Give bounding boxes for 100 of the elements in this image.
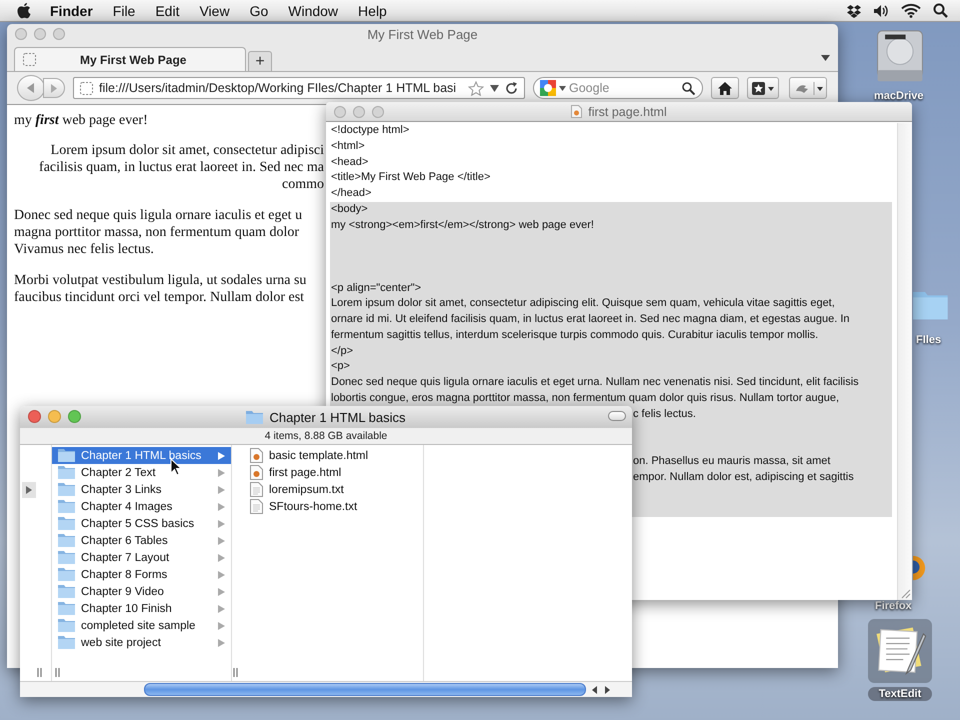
icon-label: FIles <box>916 334 942 346</box>
search-engine-icon[interactable] <box>540 80 556 96</box>
folder-icon <box>58 483 75 496</box>
arrow-right-icon[interactable] <box>602 684 612 694</box>
wifi-icon[interactable] <box>901 3 921 18</box>
folder-row[interactable]: Chapter 6 Tables <box>52 532 231 549</box>
home-button[interactable] <box>711 77 739 99</box>
folder-row[interactable]: Chapter 1 HTML basics <box>52 447 231 464</box>
back-button[interactable] <box>17 75 45 101</box>
code-line: <html> <box>330 138 366 154</box>
disclosure-triangle-icon[interactable] <box>218 604 225 612</box>
folder-row[interactable]: Chapter 7 Layout <box>52 549 231 566</box>
resize-grip-icon[interactable] <box>899 587 911 599</box>
menu-item[interactable]: File <box>102 2 146 18</box>
bookmarks-button[interactable] <box>747 77 779 99</box>
folder-row[interactable]: Chapter 9 Video <box>52 583 231 600</box>
folder-icon <box>58 500 75 513</box>
folder-row[interactable]: Chapter 10 Finish <box>52 600 231 617</box>
folder-row[interactable]: completed site sample <box>52 617 231 634</box>
menu-item[interactable]: Edit <box>145 2 190 18</box>
disclosure-triangle-icon[interactable] <box>218 622 225 630</box>
code-line: <head> <box>330 154 370 170</box>
page-paragraph: Morbi volutpat vestibulum ligula, ut sodales urna su faucibus tincidunt orci vel tempor. Nullam dolor est <box>14 272 308 306</box>
folder-icon <box>58 602 75 615</box>
folder-icon <box>58 585 75 598</box>
menu-item[interactable]: View <box>189 2 240 18</box>
disclosure-triangle-icon[interactable] <box>218 588 225 596</box>
folder-row[interactable]: web site project <box>52 634 231 651</box>
addon-button[interactable] <box>789 77 827 99</box>
folder-icon <box>58 619 75 632</box>
apple-logo-icon[interactable] <box>16 2 32 20</box>
zoom-button[interactable] <box>53 28 65 40</box>
page-heading: my first web page ever! <box>14 113 148 129</box>
triangle-left-icon <box>26 83 36 93</box>
close-button[interactable] <box>15 28 27 40</box>
code-line: <title>My First Web Page </title> <box>330 170 492 186</box>
page-paragraph: Donec sed neque quis ligula ornare iaculis et eget u magna porttitor massa, non fermentum quam dolor Vivamus nec felis lectus. <box>14 207 304 258</box>
disclosure-triangle-icon[interactable] <box>218 468 225 476</box>
minimize-button[interactable] <box>353 106 365 118</box>
status-bar: 4 items, 8.88 GB available <box>20 428 632 445</box>
search-icon[interactable] <box>682 82 695 94</box>
zoom-button[interactable] <box>68 410 81 423</box>
folder-icon <box>58 449 75 462</box>
star-icon[interactable] <box>468 80 484 96</box>
code-line: <!doctype html> <box>330 123 410 138</box>
code-line: </head> <box>330 186 372 201</box>
disclosure-triangle-icon[interactable] <box>218 638 225 646</box>
minimize-button[interactable] <box>34 28 46 40</box>
scrollbar-thumb[interactable] <box>144 683 586 696</box>
menu-item[interactable]: Help <box>348 2 397 18</box>
minimize-button[interactable] <box>48 410 61 423</box>
disclosure-triangle-icon[interactable] <box>218 486 225 494</box>
disclosure-triangle-icon[interactable] <box>218 452 225 460</box>
toolbar-toggle-button[interactable] <box>608 411 626 421</box>
folder-icon <box>58 636 75 649</box>
resize-handle-icon[interactable] <box>233 668 239 677</box>
address-field[interactable]: file:///Users/itadmin/Desktop/Working FIles/Chapter 1 HTML basi <box>73 77 525 99</box>
search-bar[interactable]: Google <box>533 77 703 99</box>
arrow-left-icon[interactable] <box>590 684 600 694</box>
folder-row[interactable]: Chapter 5 CSS basics <box>52 515 231 532</box>
reload-icon[interactable] <box>505 82 518 94</box>
disclosure-triangle-icon[interactable] <box>218 554 225 562</box>
horizontal-scrollbar[interactable] <box>20 681 632 697</box>
triangle-right-icon <box>50 84 58 92</box>
zoom-button[interactable] <box>372 106 384 118</box>
menu-item[interactable]: Window <box>278 2 348 18</box>
folder-row[interactable]: Chapter 4 Images <box>52 498 231 515</box>
text-file-icon <box>250 482 263 497</box>
search-icon[interactable] <box>933 3 948 18</box>
forward-button[interactable] <box>43 78 65 98</box>
window-title: first page.html <box>588 104 667 118</box>
folder-row[interactable]: Chapter 3 Links <box>52 481 231 498</box>
disclosure-triangle-icon[interactable] <box>218 502 225 510</box>
folder-row[interactable]: Chapter 8 Forms <box>52 566 231 583</box>
disclosure-triangle-icon[interactable] <box>218 570 225 578</box>
document-pen-icon[interactable] <box>868 619 932 683</box>
folder-icon <box>58 568 75 581</box>
menu-item[interactable]: Finder <box>46 2 103 18</box>
caret-icon[interactable] <box>821 55 830 61</box>
menu-item[interactable]: Go <box>240 2 278 18</box>
html-file-icon <box>250 465 263 480</box>
close-button[interactable] <box>334 106 346 118</box>
resize-handle-icon[interactable] <box>37 668 43 677</box>
file-row[interactable]: SFtours-home.txt <box>242 498 423 515</box>
box-icon[interactable] <box>847 4 861 18</box>
speaker-icon[interactable] <box>873 4 889 18</box>
browser-tab[interactable]: My First Web Page <box>14 47 246 71</box>
disclosure-triangle-icon[interactable] <box>218 536 225 544</box>
disclosure-triangle-icon[interactable] <box>218 520 225 528</box>
new-tab-button[interactable]: + <box>248 51 272 71</box>
icon-label: TextEdit <box>868 687 932 701</box>
caret-icon[interactable] <box>559 86 566 90</box>
icon-label: macDrive <box>874 90 924 102</box>
folder-icon <box>58 551 75 564</box>
page-icon <box>80 82 93 94</box>
caret-icon[interactable] <box>490 84 499 92</box>
html-file-icon <box>250 448 263 463</box>
resize-handle-icon[interactable] <box>55 668 61 677</box>
text-file-icon <box>250 499 263 514</box>
close-button[interactable] <box>28 410 41 423</box>
